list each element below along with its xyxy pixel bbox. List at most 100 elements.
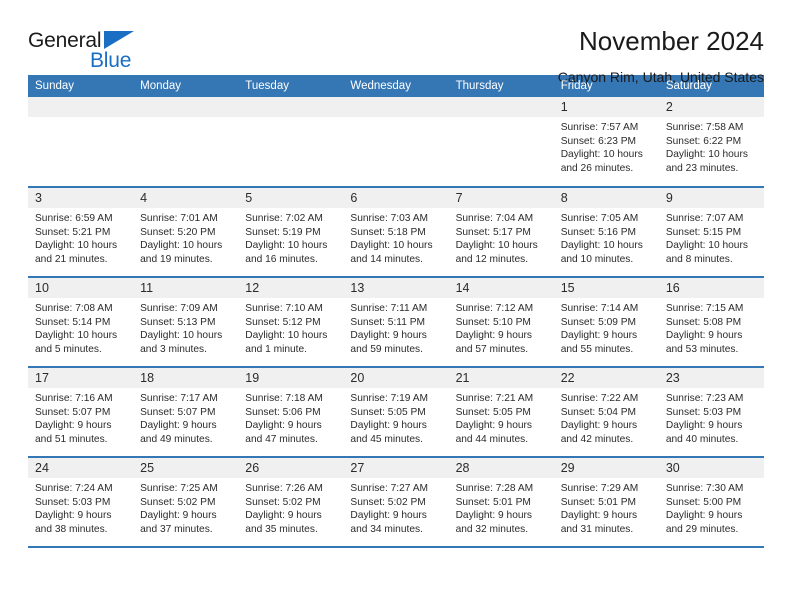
calendar-day-cell[interactable]: 28 Sunrise: 7:28 AM Sunset: 5:01 PM Dayligh…	[448, 457, 554, 548]
calendar-day-cell[interactable]: 11 Sunrise: 7:09 AM Sunset: 5:13 PM Dayligh…	[133, 277, 239, 368]
calendar-day-content: 23 Sunrise: 7:23 AM Sunset: 5:03 PM Dayligh…	[658, 368, 764, 456]
calendar-day-cell[interactable]: 1 Sunrise: 7:57 AM Sunset: 6:23 PM Daylight…	[553, 97, 659, 188]
calendar-day-cell[interactable]: 10 Sunrise: 7:08 AM Sunset: 5:14 PM Dayligh…	[28, 277, 134, 368]
calendar-day-cell[interactable]: 18 Sunrise: 7:17 AM Sunset: 5:07 PM Dayligh…	[133, 367, 239, 458]
sunrise-time: Sunrise: 7:02 AM	[245, 213, 323, 224]
day-sun-info: Sunrise: 7:02 AM Sunset: 5:19 PM Daylight:…	[238, 208, 343, 266]
daylight-duration-line1: Daylight: 10 hours	[560, 149, 643, 161]
calendar-day-cell[interactable]: 27 Sunrise: 7:27 AM Sunset: 5:02 PM Dayligh…	[343, 457, 449, 548]
sunrise-time: Sunrise: 7:11 AM	[350, 303, 428, 314]
daylight-duration-line2: and 31 minutes.	[560, 523, 634, 535]
calendar-day-cell[interactable]: 3 Sunrise: 6:59 AM Sunset: 5:21 PM Daylight…	[28, 187, 134, 278]
sunrise-time: Sunrise: 7:18 AM	[245, 393, 323, 404]
daylight-duration-line2: and 29 minutes.	[665, 523, 739, 535]
day-number: 22	[553, 368, 659, 388]
calendar-day-content: 3 Sunrise: 6:59 AM Sunset: 5:21 PM Daylight…	[28, 188, 134, 276]
sunrise-time: Sunrise: 7:57 AM	[560, 122, 639, 133]
day-sun-info: Sunrise: 7:23 AM Sunset: 5:03 PM Daylight:…	[659, 388, 764, 446]
sunrise-time: Sunrise: 7:03 AM	[350, 213, 429, 224]
calendar-day-cell[interactable]: 17 Sunrise: 7:16 AM Sunset: 5:07 PM Dayligh…	[28, 367, 134, 458]
daylight-duration-line2: and 47 minutes.	[245, 433, 318, 445]
daylight-duration-line2: and 34 minutes.	[350, 523, 423, 535]
calendar-day-cell[interactable]: 4 Sunrise: 7:01 AM Sunset: 5:20 PM Daylight…	[133, 187, 239, 278]
daylight-duration-line1: Daylight: 9 hours	[350, 420, 427, 432]
day-sun-info: Sunrise: 7:14 AM Sunset: 5:09 PM Daylight:…	[554, 298, 659, 356]
calendar-day-cell[interactable]: 12 Sunrise: 7:10 AM Sunset: 5:12 PM Dayligh…	[238, 277, 344, 368]
calendar-day-cell[interactable]: 6 Sunrise: 7:03 AM Sunset: 5:18 PM Daylight…	[343, 187, 449, 278]
daylight-duration-line2: and 1 minute.	[245, 343, 308, 355]
calendar-day-cell[interactable]: 29 Sunrise: 7:29 AM Sunset: 5:01 PM Dayligh…	[553, 457, 659, 548]
brand-logo[interactable]: General Blue	[28, 28, 148, 76]
daylight-duration-line2: and 19 minutes.	[140, 253, 213, 265]
calendar-day-cell	[448, 97, 554, 188]
calendar-day-cell[interactable]: 23 Sunrise: 7:23 AM Sunset: 5:03 PM Dayligh…	[658, 367, 764, 458]
daylight-duration-line1: Daylight: 9 hours	[140, 420, 217, 432]
daylight-duration-line2: and 23 minutes.	[665, 162, 739, 174]
calendar-day-cell[interactable]: 5 Sunrise: 7:02 AM Sunset: 5:19 PM Daylight…	[238, 187, 344, 278]
sunset-time: Sunset: 5:08 PM	[665, 316, 742, 328]
daylight-duration-line2: and 49 minutes.	[140, 433, 213, 445]
day-number: 13	[343, 278, 449, 298]
calendar-day-content: 2 Sunrise: 7:58 AM Sunset: 6:22 PM Daylight…	[658, 97, 764, 185]
calendar-day-cell[interactable]: 13 Sunrise: 7:11 AM Sunset: 5:11 PM Dayligh…	[343, 277, 449, 368]
calendar-week-row: 10 Sunrise: 7:08 AM Sunset: 5:14 PM Dayligh…	[28, 277, 764, 368]
day-sun-info: Sunrise: 7:24 AM Sunset: 5:03 PM Daylight:…	[28, 478, 133, 536]
sunrise-time: Sunrise: 7:04 AM	[455, 213, 534, 224]
day-sun-info: Sunrise: 7:18 AM Sunset: 5:06 PM Daylight:…	[238, 388, 343, 446]
calendar-day-cell[interactable]: 8 Sunrise: 7:05 AM Sunset: 5:16 PM Daylight…	[553, 187, 659, 278]
day-number: 11	[133, 278, 239, 298]
daylight-duration-line2: and 26 minutes.	[560, 162, 634, 174]
day-number: 30	[658, 458, 764, 478]
daylight-duration-line1: Daylight: 9 hours	[455, 510, 533, 522]
calendar-day-cell[interactable]: 22 Sunrise: 7:22 AM Sunset: 5:04 PM Dayligh…	[553, 367, 659, 458]
sunrise-time: Sunrise: 7:10 AM	[245, 303, 323, 314]
daylight-duration-line1: Daylight: 9 hours	[140, 510, 217, 522]
sunrise-time: Sunrise: 7:26 AM	[245, 483, 323, 494]
weekday-header-tuesday: Tuesday	[238, 75, 344, 97]
day-sun-info: Sunrise: 7:17 AM Sunset: 5:07 PM Daylight:…	[133, 388, 238, 446]
calendar-day-content: 6 Sunrise: 7:03 AM Sunset: 5:18 PM Daylight…	[343, 188, 449, 276]
daylight-duration-line2: and 57 minutes.	[455, 343, 529, 355]
calendar-day-cell[interactable]: 30 Sunrise: 7:30 AM Sunset: 5:00 PM Dayligh…	[658, 457, 764, 548]
day-sun-info: Sunrise: 7:12 AM Sunset: 5:10 PM Daylight:…	[449, 298, 554, 356]
calendar-day-cell[interactable]: 20 Sunrise: 7:19 AM Sunset: 5:05 PM Dayligh…	[343, 367, 449, 458]
calendar-day-cell[interactable]: 24 Sunrise: 7:24 AM Sunset: 5:03 PM Dayligh…	[28, 457, 134, 548]
daylight-duration-line2: and 32 minutes.	[455, 523, 529, 535]
sunrise-time: Sunrise: 7:23 AM	[665, 393, 744, 404]
sunrise-time: Sunrise: 7:14 AM	[560, 303, 639, 314]
calendar-day-cell[interactable]: 2 Sunrise: 7:58 AM Sunset: 6:22 PM Daylight…	[658, 97, 764, 188]
sunrise-time: Sunrise: 7:24 AM	[35, 483, 113, 494]
sunrise-time: Sunrise: 7:05 AM	[560, 213, 639, 224]
daylight-duration-line2: and 45 minutes.	[350, 433, 423, 445]
calendar-day-cell[interactable]: 15 Sunrise: 7:14 AM Sunset: 5:09 PM Dayligh…	[553, 277, 659, 368]
daylight-duration-line2: and 55 minutes.	[560, 343, 634, 355]
day-sun-info: Sunrise: 7:08 AM Sunset: 5:14 PM Daylight:…	[28, 298, 133, 356]
calendar-day-cell[interactable]: 16 Sunrise: 7:15 AM Sunset: 5:08 PM Dayligh…	[658, 277, 764, 368]
calendar-day-content: 9 Sunrise: 7:07 AM Sunset: 5:15 PM Daylight…	[658, 188, 764, 276]
sunrise-time: Sunrise: 7:09 AM	[140, 303, 218, 314]
sunset-time: Sunset: 5:15 PM	[665, 226, 742, 238]
calendar-day-cell[interactable]: 21 Sunrise: 7:21 AM Sunset: 5:05 PM Dayligh…	[448, 367, 554, 458]
calendar-day-cell[interactable]: 9 Sunrise: 7:07 AM Sunset: 5:15 PM Daylight…	[658, 187, 764, 278]
day-sun-info: Sunrise: 7:27 AM Sunset: 5:02 PM Daylight:…	[343, 478, 448, 536]
calendar-day-cell[interactable]: 19 Sunrise: 7:18 AM Sunset: 5:06 PM Dayligh…	[238, 367, 344, 458]
calendar-day-content: 16 Sunrise: 7:15 AM Sunset: 5:08 PM Dayligh…	[658, 278, 764, 366]
calendar-day-cell[interactable]: 26 Sunrise: 7:26 AM Sunset: 5:02 PM Dayligh…	[238, 457, 344, 548]
day-number: 2	[658, 97, 764, 117]
sunset-time: Sunset: 5:02 PM	[245, 496, 321, 508]
sunset-time: Sunset: 6:23 PM	[560, 135, 637, 147]
calendar-day-content: 27 Sunrise: 7:27 AM Sunset: 5:02 PM Dayligh…	[343, 458, 449, 546]
sunset-time: Sunset: 6:22 PM	[665, 135, 742, 147]
calendar-day-cell[interactable]: 25 Sunrise: 7:25 AM Sunset: 5:02 PM Dayligh…	[133, 457, 239, 548]
day-number: 26	[238, 458, 344, 478]
sunrise-time: Sunrise: 7:15 AM	[665, 303, 744, 314]
calendar-day-content: 26 Sunrise: 7:26 AM Sunset: 5:02 PM Dayligh…	[238, 458, 344, 546]
calendar-day-cell[interactable]: 14 Sunrise: 7:12 AM Sunset: 5:10 PM Dayligh…	[448, 277, 554, 368]
triangle-logo-icon	[104, 31, 134, 49]
calendar-day-content: 11 Sunrise: 7:09 AM Sunset: 5:13 PM Dayligh…	[133, 278, 239, 366]
sunset-time: Sunset: 5:18 PM	[350, 226, 426, 238]
calendar-day-cell[interactable]: 7 Sunrise: 7:04 AM Sunset: 5:17 PM Daylight…	[448, 187, 554, 278]
calendar-day-content: 1 Sunrise: 7:57 AM Sunset: 6:23 PM Daylight…	[553, 97, 659, 185]
calendar-day-content: 17 Sunrise: 7:16 AM Sunset: 5:07 PM Dayligh…	[28, 368, 134, 456]
sunset-time: Sunset: 5:21 PM	[35, 226, 111, 238]
